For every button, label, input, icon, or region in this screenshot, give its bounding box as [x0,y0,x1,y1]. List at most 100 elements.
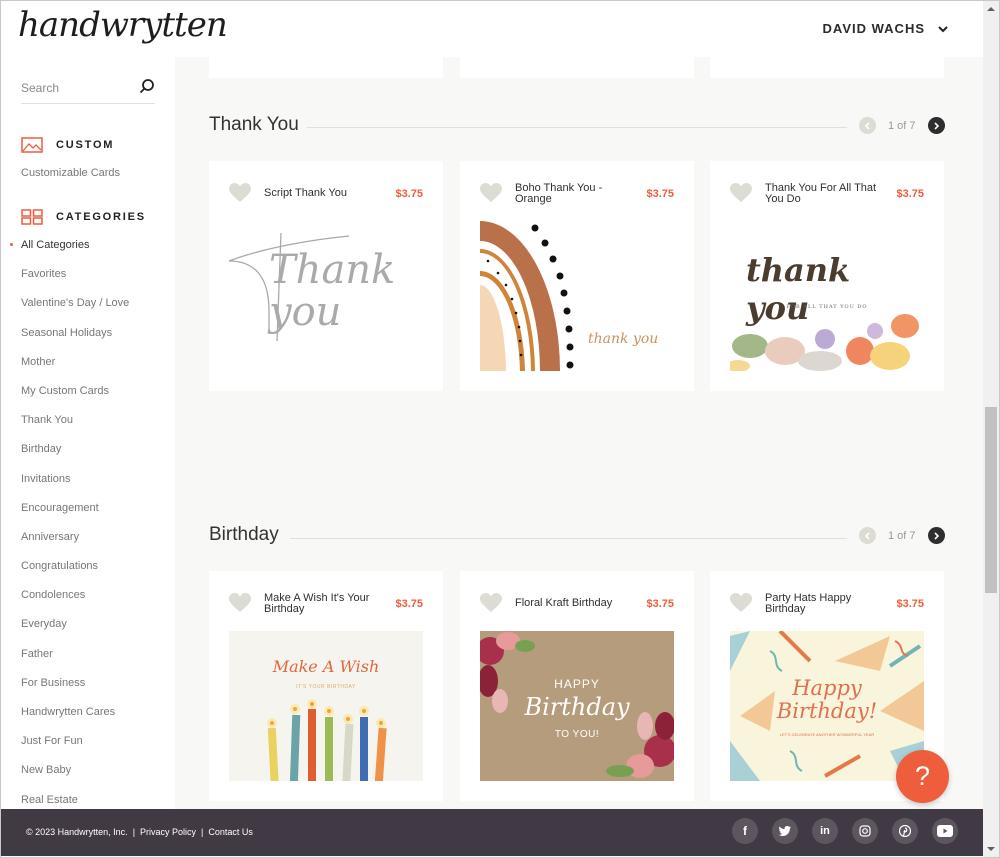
card-title: Script Thank You [264,187,347,199]
grid-icon [21,209,43,225]
category-item[interactable]: Encouragement [21,501,129,530]
card-image[interactable]: Thank you [229,221,423,371]
pager: 1 of 7 [859,527,945,544]
category-item[interactable]: Condolences [21,588,129,617]
card-art-subtext: LET'S CELEBRATE ANOTHER WONDERFUL YEAR [779,732,875,737]
heart-icon[interactable] [730,593,752,613]
card-script-thank-you[interactable]: Script Thank You $3.75 Thank you [209,161,443,391]
card-title: Thank You For All That You Do [765,182,877,205]
card-image[interactable]: thank you [480,221,674,371]
section-divider [307,127,847,128]
category-item[interactable]: Mother [21,355,129,384]
prev-page-button[interactable] [859,527,876,544]
card-title: Make A Wish It's Your Birthday [264,592,370,615]
card-image[interactable]: Make A Wish IT'S YOUR BIRTHDAY [229,631,423,781]
user-menu[interactable]: DAVID WACHS [823,21,949,36]
card-make-a-wish-birthday[interactable]: Make A Wish It's Your Birthday $3.75 Mak… [209,571,443,801]
pager: 1 of 7 [859,117,945,134]
card-price: $3.75 [646,598,674,610]
category-item[interactable]: For Business [21,676,129,705]
category-item-all[interactable]: All Categories [9,238,129,267]
card-art-toptext: HAPPY [554,677,600,691]
heart-icon[interactable] [480,593,502,613]
vertical-scrollbar[interactable] [983,1,999,857]
prev-page-button[interactable] [859,117,876,134]
section-title-birthday: Birthday [209,524,279,545]
linkedin-icon[interactable]: in [812,818,838,844]
section-divider [290,538,847,539]
next-page-button[interactable] [927,527,945,544]
header: handwrytten DAVID WACHS [1,1,983,57]
card-art-text: thank you [588,331,659,347]
separator: | [201,827,204,837]
category-item[interactable]: Birthday [21,442,129,471]
category-item[interactable]: Everyday [21,617,129,646]
custom-section-header: CUSTOM [21,137,112,153]
card-art-text: Birthday! [776,699,878,723]
privacy-policy-link[interactable]: Privacy Policy [140,827,196,837]
card-thank-you-for-all-that-you-do[interactable]: Thank You For All That You Do $3.75 than… [710,161,944,391]
facebook-icon[interactable]: f [732,818,758,844]
category-item[interactable]: Valentine's Day / Love [21,296,129,325]
category-list: All Categories Favorites Valentine's Day… [9,238,129,809]
categories-section-header: CATEGORIES [21,209,144,225]
category-item[interactable]: Congratulations [21,559,129,588]
help-button[interactable]: ? [896,750,949,803]
custom-heading: CUSTOM [56,139,115,151]
page-indicator: 1 of 7 [888,119,916,132]
instagram-icon[interactable] [852,818,878,844]
heart-icon[interactable] [480,183,502,203]
separator: | [132,827,136,837]
card-boho-thank-you-orange[interactable]: Boho Thank You - Orange $3.75 thank you [460,161,694,391]
search-icon[interactable] [139,78,155,94]
pinterest-icon[interactable] [892,818,918,844]
card-title: Boho Thank You - Orange [515,182,603,205]
social-links: f in [732,818,958,844]
category-item[interactable]: Just For Fun [21,734,129,763]
contact-us-link[interactable]: Contact Us [208,827,253,837]
previous-card-bottom[interactable] [460,57,694,78]
card-art-toptext: Happy [792,676,862,700]
chevron-down-icon [938,25,948,32]
image-icon [21,137,43,153]
logo[interactable]: handwrytten [18,5,228,45]
twitter-icon[interactable] [772,818,798,844]
heart-icon[interactable] [229,593,251,613]
previous-card-bottom[interactable] [710,57,944,78]
category-item[interactable]: Seasonal Holidays [21,326,129,355]
category-item[interactable]: Anniversary [21,530,129,559]
user-name: DAVID WACHS [822,21,925,36]
card-image[interactable]: thank you FOR ALL THAT YOU DO [730,221,924,371]
heart-icon[interactable] [730,183,752,203]
sidebar: CUSTOM Customizable Cards CATEGORIES All… [1,57,175,809]
section-title-thank-you: Thank You [209,114,299,135]
category-item[interactable]: New Baby [21,763,129,792]
previous-card-bottom[interactable] [209,57,443,78]
category-item[interactable]: Thank You [21,413,129,442]
heart-icon[interactable] [229,183,251,203]
next-page-button[interactable] [927,117,945,134]
category-item[interactable]: Invitations [21,472,129,501]
category-item[interactable]: Handwrytten Cares [21,705,129,734]
card-price: $3.75 [896,188,924,200]
youtube-icon[interactable] [932,818,958,844]
customizable-cards-link[interactable]: Customizable Cards [21,167,120,179]
categories-heading: CATEGORIES [56,211,146,223]
copyright: © 2023 Handwrytten, Inc. [26,827,128,837]
scroll-up-arrow[interactable] [987,7,995,11]
card-price: $3.75 [395,188,423,200]
category-item[interactable]: Real Estate [21,793,129,809]
scrollbar-thumb[interactable] [985,407,997,593]
footer: © 2023 Handwrytten, Inc. | Privacy Polic… [1,809,983,856]
scroll-down-arrow[interactable] [987,847,995,851]
card-image[interactable]: Happy Birthday! LET'S CELEBRATE ANOTHER … [730,631,924,781]
category-item[interactable]: Favorites [21,267,129,296]
category-item[interactable]: My Custom Cards [21,384,129,413]
search-input[interactable] [21,79,131,97]
card-price: $3.75 [896,598,924,610]
card-image[interactable]: HAPPY Birthday TO YOU! [480,631,674,781]
card-floral-kraft-birthday[interactable]: Floral Kraft Birthday $3.75 HAPPY Birthd… [460,571,694,801]
card-title: Floral Kraft Birthday [515,597,613,609]
search-box [21,77,155,104]
category-item[interactable]: Father [21,647,129,676]
